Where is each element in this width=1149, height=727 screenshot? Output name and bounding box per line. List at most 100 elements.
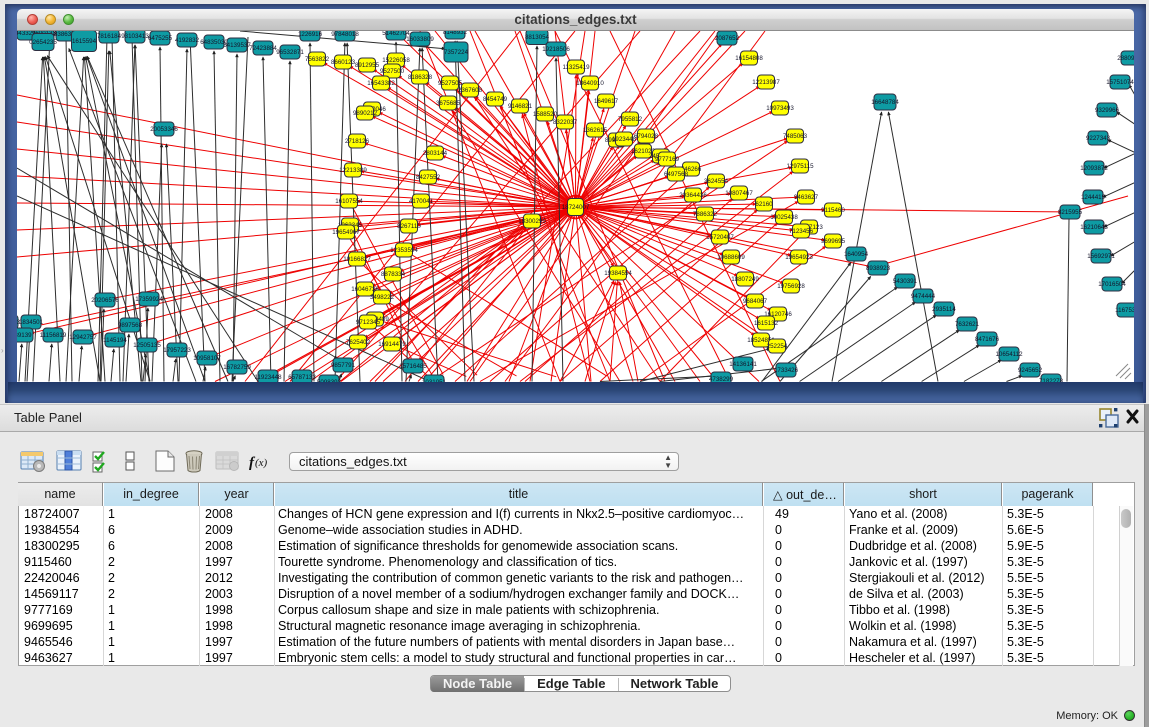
svg-text:16914479: 16914479	[378, 341, 406, 348]
svg-text:19218506: 19218506	[542, 46, 570, 53]
svg-text:1244419: 1244419	[1081, 194, 1106, 201]
svg-text:18724007: 18724007	[562, 204, 590, 211]
svg-text:20053346: 20053346	[150, 126, 178, 133]
svg-text:9329966: 9329966	[1095, 107, 1120, 114]
svg-text:9245652: 9245652	[1018, 367, 1043, 374]
svg-text:62160: 62160	[755, 201, 773, 208]
svg-text:8427552: 8427552	[416, 174, 441, 181]
svg-text:18807249: 18807249	[731, 276, 759, 283]
svg-text:4192832: 4192832	[175, 37, 200, 44]
svg-text:15720407: 15720407	[706, 234, 734, 241]
svg-text:8186328: 8186328	[408, 74, 433, 81]
svg-text:8148932: 8148932	[443, 31, 468, 36]
svg-text:17957223: 17957223	[163, 347, 191, 354]
svg-text:93103413: 93103413	[121, 33, 149, 40]
svg-text:9474444: 9474444	[911, 293, 936, 300]
svg-text:9699695: 9699695	[821, 238, 846, 245]
svg-text:17016504: 17016504	[1098, 281, 1126, 288]
svg-text:1640954: 1640954	[844, 251, 869, 258]
svg-text:20206576: 20206576	[91, 297, 119, 304]
svg-text:11923448: 11923448	[254, 374, 282, 381]
svg-text:15692971: 15692971	[1087, 253, 1115, 260]
svg-text:1615594: 1615594	[72, 38, 97, 45]
svg-text:16154808: 16154808	[735, 55, 763, 62]
svg-text:7563822: 7563822	[305, 56, 330, 63]
svg-text:12942757: 12942757	[69, 334, 97, 341]
svg-text:10958107: 10958107	[193, 355, 221, 362]
svg-text:7357224: 7357224	[444, 49, 469, 56]
svg-text:9712345: 9712345	[356, 319, 381, 326]
svg-text:3498222: 3498222	[370, 294, 395, 301]
svg-text:72423884: 72423884	[249, 45, 277, 52]
svg-text:4738299: 4738299	[709, 376, 734, 382]
svg-text:2718126: 2718126	[345, 138, 370, 145]
svg-text:7625402: 7625402	[346, 339, 371, 346]
svg-text:2087652: 2087652	[715, 35, 740, 42]
svg-text:15751074: 15751074	[1106, 79, 1134, 86]
svg-text:10654112: 10654112	[995, 351, 1023, 358]
svg-text:8813054: 8813054	[525, 34, 550, 41]
svg-text:16107554: 16107554	[335, 198, 363, 205]
svg-text:7123456: 7123456	[789, 228, 814, 235]
svg-text:20364436: 20364436	[679, 192, 707, 199]
svg-text:11325419: 11325419	[562, 64, 590, 71]
svg-text:19654923: 19654923	[785, 254, 813, 261]
svg-text:19756928: 19756928	[777, 283, 805, 290]
svg-text:2935114: 2935114	[932, 306, 956, 313]
svg-text:6794028: 6794028	[634, 133, 659, 140]
svg-text:18640910: 18640910	[576, 80, 604, 87]
svg-text:8322037: 8322037	[553, 119, 578, 126]
svg-text:12213389: 12213389	[339, 167, 367, 174]
svg-text:8267110: 8267110	[397, 223, 421, 230]
svg-text:9857791: 9857791	[331, 362, 356, 369]
svg-text:4170041: 4170041	[409, 198, 434, 205]
svg-text:7955812: 7955812	[618, 116, 643, 123]
svg-text:12213987: 12213987	[752, 79, 780, 86]
svg-text:19384554: 19384554	[604, 270, 632, 277]
svg-text:12975115: 12975115	[786, 163, 814, 170]
svg-text:1588520: 1588520	[533, 111, 558, 118]
svg-text:9527505: 9527505	[438, 80, 463, 87]
svg-text:28809570: 28809570	[1117, 55, 1134, 62]
svg-text:7182278: 7182278	[1039, 378, 1064, 382]
svg-text:10025438: 10025438	[770, 214, 798, 221]
svg-text:65787133: 65787133	[288, 374, 316, 381]
svg-text:15716485: 15716485	[399, 363, 427, 370]
svg-text:15226058: 15226058	[382, 57, 410, 64]
svg-text:9527500: 9527500	[380, 68, 405, 75]
svg-text:2803144: 2803144	[423, 150, 448, 157]
svg-text:1923448: 1923448	[612, 136, 637, 143]
svg-text:8215955: 8215955	[1058, 209, 1083, 216]
svg-text:1031051: 1031051	[422, 379, 447, 382]
svg-text:12505135: 12505135	[133, 342, 161, 349]
svg-text:8912955: 8912955	[355, 62, 380, 69]
svg-text:16648784: 16648784	[871, 99, 899, 106]
svg-text:2367608: 2367608	[458, 87, 483, 94]
svg-text:9777169: 9777169	[655, 156, 680, 163]
svg-text:1167533: 1167533	[1115, 307, 1134, 314]
svg-text:9146821: 9146821	[508, 103, 533, 110]
svg-text:7816184: 7816184	[97, 33, 122, 40]
svg-text:16210643: 16210643	[1080, 224, 1108, 231]
svg-text:5430391: 5430391	[893, 278, 918, 285]
svg-text:252254: 252254	[767, 343, 788, 350]
svg-text:02654235: 02654235	[29, 39, 57, 46]
svg-text:1733426: 1733426	[774, 367, 799, 374]
svg-text:19166827: 19166827	[343, 256, 371, 263]
svg-text:19654967: 19654967	[332, 229, 360, 236]
svg-text:9463627: 9463627	[794, 194, 819, 201]
svg-text:96532871: 96532871	[276, 49, 304, 56]
svg-text:8878334: 8878334	[381, 271, 406, 278]
svg-text:7632621: 7632621	[955, 321, 980, 328]
svg-text:9684067: 9684067	[743, 298, 768, 305]
svg-text:1649617: 1649617	[594, 98, 619, 105]
svg-text:9115460: 9115460	[821, 207, 845, 214]
svg-text:12353594: 12353594	[390, 247, 418, 254]
svg-text:9897568: 9897568	[118, 322, 143, 329]
svg-text:16543382: 16543382	[367, 80, 395, 87]
svg-text:6475255: 6475255	[148, 35, 173, 42]
svg-text:1145194: 1145194	[103, 337, 127, 344]
svg-text:18300295: 18300295	[518, 218, 546, 225]
svg-text:3624554: 3624554	[704, 178, 729, 185]
svg-text:(x): (x)	[255, 457, 268, 469]
